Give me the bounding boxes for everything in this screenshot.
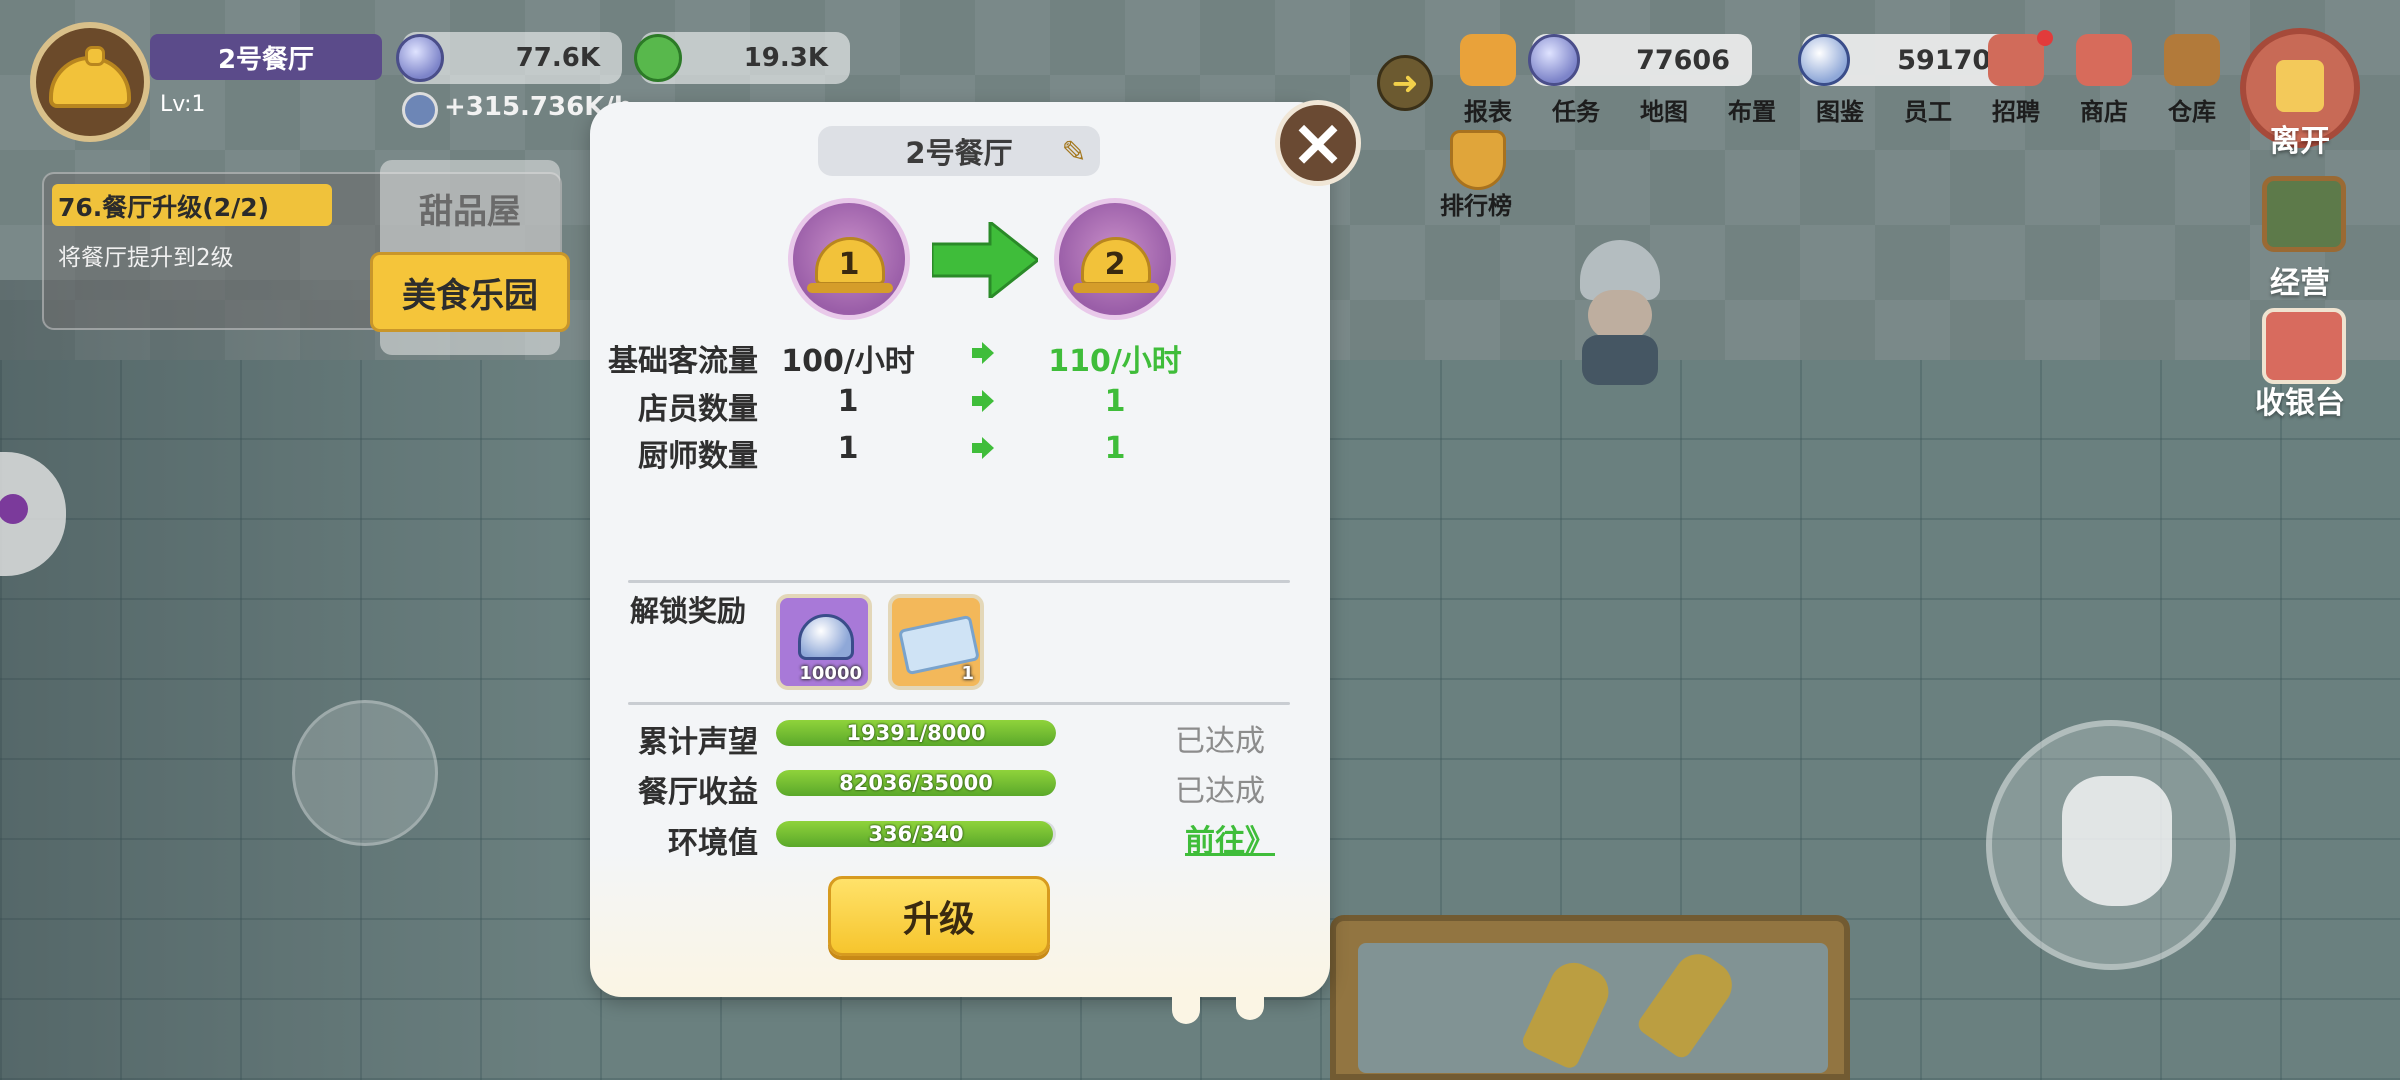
trophy-icon[interactable] [1450,130,1506,190]
menu-report[interactable]: 报表 [1448,34,1528,130]
silver-cloche-icon [798,614,854,660]
menu-warehouse[interactable]: 仓库 [2152,34,2232,130]
req-label-reputation: 累计声望 [638,725,758,760]
manage-label[interactable]: 经营 [2230,258,2370,302]
reward-ticket[interactable]: 1 [888,594,984,690]
menu-decorate-label: 布置 [1728,98,1776,126]
arrow-right-icon [972,390,994,412]
reward-title: 解锁奖励 [630,594,747,628]
report-icon [1460,34,1516,86]
menu-task-label: 任务 [1552,98,1600,126]
current-level-number: 1 [838,247,860,282]
collection-icon [1812,34,1868,86]
recruit-icon [1988,34,2044,86]
expand-arrow-button[interactable]: ➜ [1377,55,1433,111]
req-label-environment: 环境值 [668,826,758,861]
arrow-right-icon [972,437,994,459]
progress-text: 19391/8000 [846,721,986,745]
resource-pill-2: 19.3K [634,32,850,84]
status-achieved: 已达成 [1175,724,1265,759]
menu-recruit-label: 招聘 [1992,98,2040,126]
notification-dot [2037,30,2053,46]
restaurant-name-bar: 2号餐厅 [150,34,382,80]
resource-1-value: 77.6K [515,43,600,73]
modal-drip [1236,990,1264,1020]
reward-silver-cloche[interactable]: 10000 [776,594,872,690]
menu-report-label: 报表 [1464,98,1512,126]
current-level-badge: 1 [788,198,910,320]
leave-label: 离开 [2270,124,2330,159]
cloche-currency-icon [396,34,444,82]
menu-staff-label: 员工 [1904,98,1952,126]
decorate-icon [1724,34,1780,86]
menu-collection[interactable]: 图鉴 [1800,34,1880,130]
progress-environment: 336/340 [776,821,1056,847]
hand-icon [2062,776,2172,906]
stat-next-chefs: 1 [1104,431,1126,466]
menu-map-label: 地图 [1640,98,1688,126]
reward-count: 10000 [799,663,862,684]
tab-food-park[interactable]: 美食乐园 [370,252,570,332]
stat-label-chefs: 厨师数量 [638,439,758,474]
menu-map[interactable]: 地图 [1624,34,1704,130]
stat-next-clerks: 1 [1104,384,1126,419]
stat-label-traffic: 基础客流量 [608,344,758,379]
plate-icon [1073,283,1159,293]
joystick[interactable] [292,700,438,846]
menu-shop[interactable]: 商店 [2064,34,2144,130]
req-label-revenue: 餐厅收益 [638,775,758,810]
status-achieved: 已达成 [1175,774,1265,809]
shop-icon [2076,34,2132,86]
divider [628,580,1290,583]
task-icon [1548,34,1604,86]
go-to-link[interactable]: 前往》 [1160,816,1300,860]
income-icon [402,92,438,128]
cash-register-icon[interactable] [2262,308,2346,384]
resource-2-value: 19.3K [743,43,828,73]
quest-title: 76.餐厅升级(2/2) [58,193,270,222]
interact-hand-button[interactable] [1986,720,2236,970]
level-up-arrow-icon [932,222,1038,298]
chalkboard-icon[interactable] [2262,176,2346,252]
map-icon [1636,34,1692,86]
stat-next-traffic: 110/小时 [1048,344,1182,379]
menu-recruit[interactable]: 招聘 [1976,34,2056,130]
thumbs-up-icon [634,34,682,82]
close-button[interactable]: × [1275,100,1361,186]
divider [628,702,1290,705]
menu-warehouse-label: 仓库 [2168,98,2216,126]
cloche-icon [49,46,131,108]
menu-shop-label: 商店 [2080,98,2128,126]
progress-reputation: 19391/8000 [776,720,1056,746]
reward-count: 1 [961,663,974,684]
cashier-label[interactable]: 收银台 [2230,378,2370,422]
restaurant-avatar[interactable] [30,22,150,142]
plate-icon [807,283,893,293]
ranking-label[interactable]: 排行榜 [1440,186,1512,221]
resource-pill-1: 77.6K [396,32,622,84]
modal-drip [1172,990,1200,1024]
upgrade-button[interactable]: 升级 [828,876,1050,956]
next-level-number: 2 [1104,247,1126,282]
stat-current-clerks: 1 [837,384,859,419]
progress-text: 82036/35000 [839,771,993,795]
stat-current-chefs: 1 [837,431,859,466]
warehouse-icon [2164,34,2220,86]
arrow-right-icon [972,342,994,364]
progress-text: 336/340 [868,822,964,846]
restaurant-level: Lv:1 [160,92,206,117]
stat-label-clerks: 店员数量 [638,392,758,427]
pencil-icon[interactable]: ✎ [1056,134,1092,170]
tab-dessert-house[interactable]: 甜品屋 [380,172,560,244]
menu-decorate[interactable]: 布置 [1712,34,1792,130]
progress-revenue: 82036/35000 [776,770,1056,796]
quest-description: 将餐厅提升到2级 [58,245,234,271]
menu-staff[interactable]: 员工 [1888,34,1968,130]
stat-current-traffic: 100/小时 [781,344,915,379]
staff-icon [1900,34,1956,86]
menu-task[interactable]: 任务 [1536,34,1616,130]
menu-collection-label: 图鉴 [1816,98,1864,126]
next-level-badge: 2 [1054,198,1176,320]
